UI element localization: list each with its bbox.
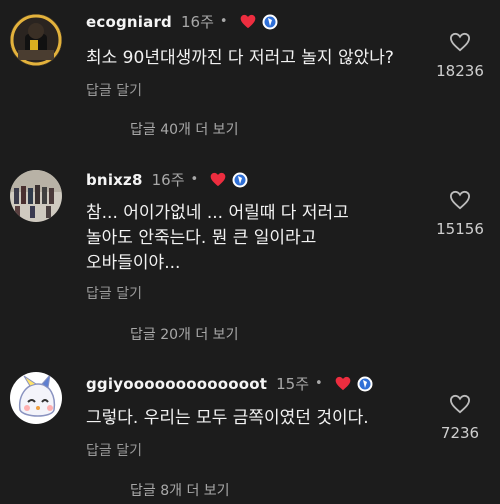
reply-button[interactable]: 답글 달기 bbox=[86, 440, 142, 460]
like-count: 7236 bbox=[440, 424, 480, 442]
reply-button[interactable]: 답글 달기 bbox=[86, 283, 142, 303]
creator-avatar-badge-icon bbox=[232, 172, 248, 188]
separator: • bbox=[219, 14, 228, 29]
like-button[interactable]: 7236 bbox=[430, 394, 490, 442]
view-replies-button[interactable]: 답글 40개 더 보기 bbox=[130, 119, 238, 139]
reply-button[interactable]: 답글 달기 bbox=[86, 80, 142, 100]
view-replies-button[interactable]: 답글 20개 더 보기 bbox=[130, 324, 238, 344]
avatar-photo bbox=[10, 372, 62, 424]
timestamp: 16주 bbox=[151, 171, 185, 189]
username[interactable]: ggiyooooooooooooot bbox=[86, 375, 267, 393]
like-button[interactable]: 15156 bbox=[430, 190, 490, 238]
timestamp: 15주 bbox=[276, 375, 310, 393]
heart-filled-icon bbox=[335, 376, 351, 391]
timestamp: 16주 bbox=[181, 13, 214, 31]
comment-meta: ggiyooooooooooooot 15주 • bbox=[86, 373, 373, 394]
comment-text: 그렇다. 우리는 모두 금쪽이였던 것이다. bbox=[86, 408, 369, 428]
like-count: 18236 bbox=[436, 62, 484, 80]
comment-text: 참... 어이가없네 ... 어릴때 다 저러고 놀아도 안죽는다. 뭔 큰 일… bbox=[86, 203, 349, 273]
heart-outline-icon[interactable] bbox=[449, 190, 471, 210]
comment-meta: ecogniard 16주 • bbox=[86, 11, 278, 32]
avatar[interactable] bbox=[10, 170, 62, 222]
separator: • bbox=[190, 172, 199, 187]
heart-filled-icon bbox=[240, 14, 256, 29]
heart-filled-icon bbox=[210, 172, 226, 187]
heart-outline-icon[interactable] bbox=[449, 32, 471, 52]
creator-avatar-badge-icon bbox=[262, 14, 278, 30]
avatar-photo bbox=[10, 14, 62, 66]
comment-text: 최소 90년대생까진 다 저러고 놀지 않았나? bbox=[86, 48, 394, 68]
heart-outline-icon[interactable] bbox=[449, 394, 471, 414]
creator-avatar-badge-icon bbox=[357, 376, 373, 392]
username[interactable]: bnixz8 bbox=[86, 171, 143, 189]
separator: • bbox=[315, 376, 323, 391]
like-button[interactable]: 18236 bbox=[430, 32, 490, 80]
avatar[interactable] bbox=[10, 14, 62, 66]
view-replies-button[interactable]: 답글 8개 더 보기 bbox=[130, 480, 230, 500]
avatar[interactable] bbox=[10, 372, 62, 424]
avatar-photo bbox=[10, 170, 62, 222]
like-count: 15156 bbox=[436, 220, 484, 238]
username[interactable]: ecogniard bbox=[86, 13, 172, 31]
comment-meta: bnixz8 16주 • bbox=[86, 169, 248, 190]
